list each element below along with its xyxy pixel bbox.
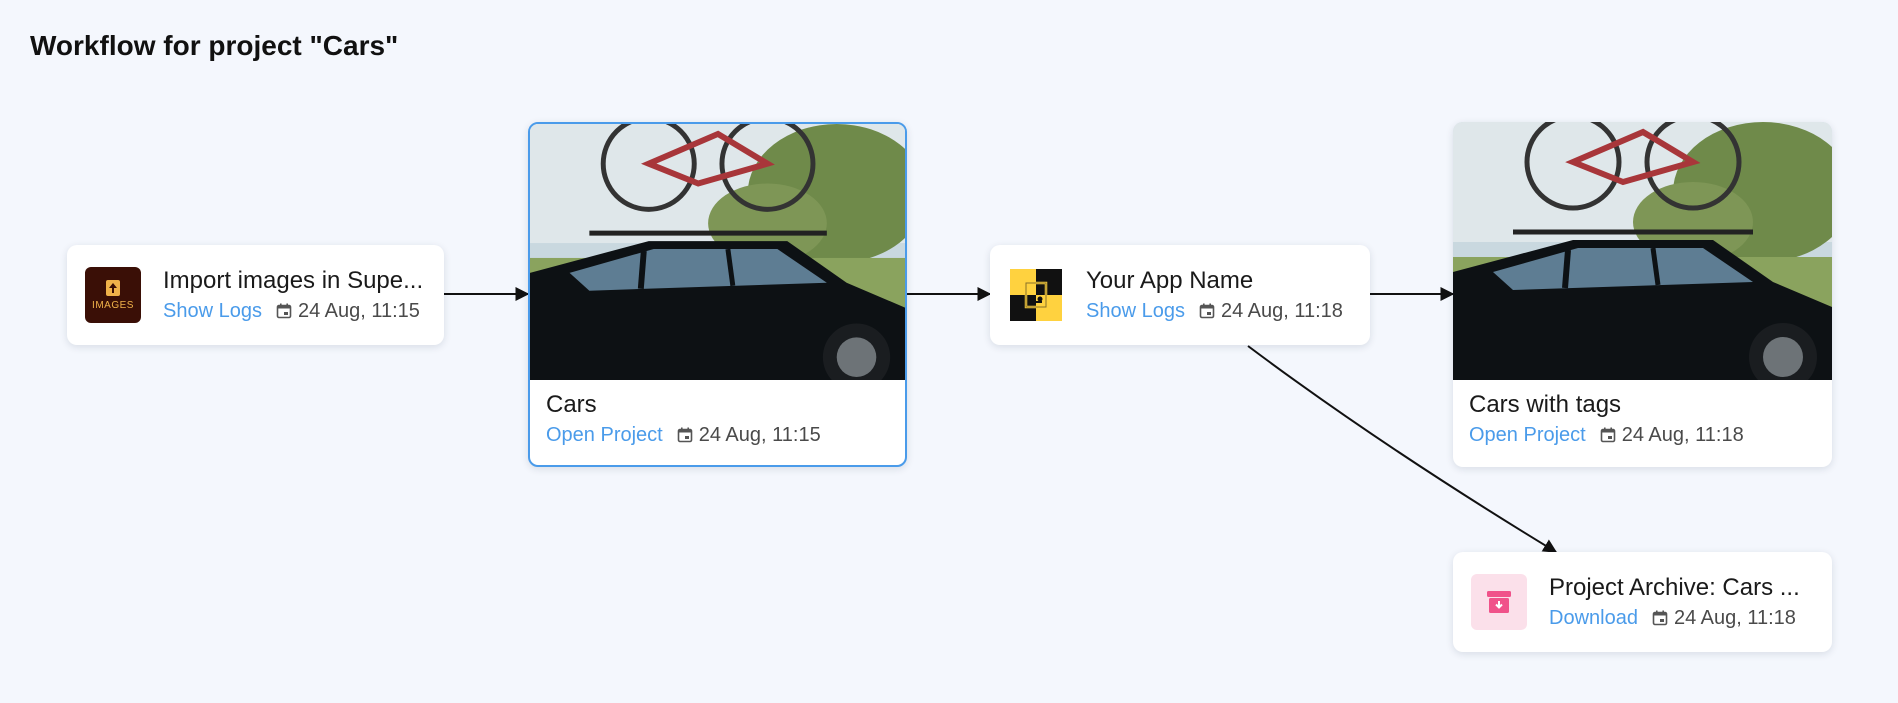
calendar-icon — [276, 303, 292, 319]
node-project-cars[interactable]: Cars Open Project 24 Aug, 11:15 — [528, 122, 907, 467]
calendar-icon — [1652, 610, 1668, 626]
node-title: Cars — [546, 391, 597, 418]
calendar-icon — [677, 427, 693, 443]
node-title: Your App Name — [1086, 267, 1254, 294]
node-title: Cars with tags — [1469, 391, 1622, 418]
archive-download-icon — [1471, 574, 1527, 630]
show-logs-link[interactable]: Show Logs — [163, 298, 262, 324]
import-thumb-label: IMAGES — [92, 300, 134, 311]
timestamp: 24 Aug, 11:18 — [1621, 424, 1744, 446]
project-preview-image — [530, 124, 905, 380]
calendar-icon — [1199, 303, 1215, 319]
timestamp: 24 Aug, 11:15 — [698, 424, 821, 446]
timestamp: 24 Aug, 11:15 — [297, 300, 420, 322]
node-project-cars-with-tags[interactable]: Cars with tags Open Project 24 Aug, 11:1… — [1453, 122, 1832, 467]
node-project-archive[interactable]: Project Archive: Cars ... Download 24 Au… — [1453, 552, 1832, 652]
show-logs-link[interactable]: Show Logs — [1086, 298, 1185, 324]
robot-app-icon — [1008, 267, 1064, 323]
upload-images-app-icon: IMAGES — [85, 267, 141, 323]
timestamp: 24 Aug, 11:18 — [1220, 300, 1343, 322]
node-title: Project Archive: Cars ... — [1549, 574, 1800, 601]
project-preview-image — [1453, 122, 1832, 380]
timestamp: 24 Aug, 11:18 — [1673, 607, 1796, 629]
node-app[interactable]: Your App Name Show Logs 24 Aug, 11:18 — [990, 245, 1370, 345]
open-project-link[interactable]: Open Project — [546, 422, 663, 448]
calendar-icon — [1600, 427, 1616, 443]
download-link[interactable]: Download — [1549, 605, 1638, 631]
page-title: Workflow for project "Cars" — [30, 30, 399, 61]
node-title: Import images in Supe... — [163, 267, 424, 294]
node-import-app[interactable]: IMAGES Import images in Supe... Show Log… — [67, 245, 444, 345]
open-project-link[interactable]: Open Project — [1469, 422, 1586, 448]
